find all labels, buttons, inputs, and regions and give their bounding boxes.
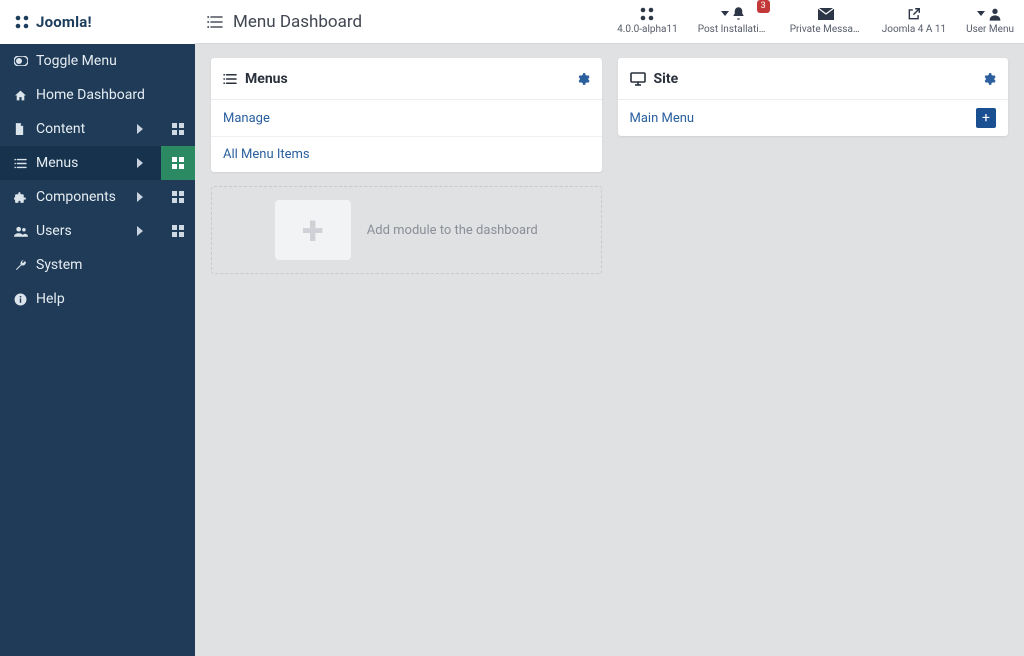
header-item-site-link[interactable]: Joomla 4 A 11 — [872, 0, 956, 35]
sidebar-item-menus[interactable]: Menus — [0, 146, 195, 180]
column-left: Menus Manage All Menu Items + Add module … — [211, 58, 602, 274]
sidebar-item-content[interactable]: Content — [0, 112, 195, 146]
file-icon — [14, 123, 36, 136]
page-title-wrap: Menu Dashboard — [195, 12, 362, 32]
header-item-label: User Menu — [966, 24, 1014, 35]
list-icon — [207, 15, 223, 29]
plus-large-icon: + — [275, 200, 351, 260]
users-icon — [14, 226, 36, 237]
dashboard-grid-icon[interactable] — [161, 180, 195, 214]
badge: 3 — [757, 0, 770, 13]
row-label: All Menu Items — [223, 147, 310, 162]
card-site: Site Main Menu + — [618, 58, 1009, 136]
monitor-icon — [630, 72, 646, 86]
puzzle-icon — [14, 191, 36, 204]
joomla-icon — [639, 4, 655, 24]
sidebar-item-help[interactable]: Help — [0, 282, 195, 316]
mail-icon — [818, 4, 834, 24]
sidebar: Toggle Menu Home Dashboard Content Menus Com… — [0, 44, 195, 656]
main-content: Menus Manage All Menu Items + Add module … — [195, 44, 1024, 656]
dashboard-grid-icon[interactable] — [161, 146, 195, 180]
card-menus: Menus Manage All Menu Items — [211, 58, 602, 172]
chevron-right-icon — [137, 158, 143, 168]
page-title: Menu Dashboard — [233, 12, 362, 32]
card-menus-title: Menus — [245, 71, 288, 87]
header-actions: 4.0.0-alpha11 Post Installation ... 3 Priva… — [607, 0, 1024, 44]
row-label: Manage — [223, 111, 270, 126]
add-module-tile[interactable]: + Add module to the dashboard — [211, 186, 602, 274]
sidebar-item-label: Content — [36, 121, 85, 137]
gear-icon[interactable] — [982, 72, 996, 86]
header-item-label: Private Messages — [790, 24, 862, 35]
menus-row-all-items[interactable]: All Menu Items — [211, 136, 602, 172]
header-item-label: Post Installation ... — [698, 24, 770, 35]
header-item-private-msgs[interactable]: Private Messages — [780, 0, 872, 35]
site-row-main-menu[interactable]: Main Menu + — [618, 100, 1009, 136]
brand-text: Joomla! — [36, 13, 92, 31]
user-icon — [977, 4, 1003, 24]
add-button[interactable]: + — [976, 108, 996, 128]
sidebar-item-home-dash[interactable]: Home Dashboard — [0, 78, 195, 112]
chevron-right-icon — [137, 192, 143, 202]
header-item-version-info[interactable]: 4.0.0-alpha11 — [607, 0, 688, 35]
card-site-header: Site — [618, 58, 1009, 100]
sidebar-item-users[interactable]: Users — [0, 214, 195, 248]
header-item-label: 4.0.0-alpha11 — [617, 24, 678, 35]
joomla-logo-icon — [14, 14, 30, 30]
dashboard-grid-icon[interactable] — [161, 112, 195, 146]
app-shell: Toggle Menu Home Dashboard Content Menus Com… — [0, 44, 1024, 656]
bell-icon — [721, 4, 746, 24]
info-icon — [14, 293, 36, 306]
list-icon — [14, 158, 36, 169]
wrench-icon — [14, 259, 36, 272]
header-item-label: Joomla 4 A 11 — [882, 24, 946, 35]
sidebar-item-label: Users — [36, 223, 72, 239]
sidebar-item-components[interactable]: Components — [0, 180, 195, 214]
sidebar-item-label: System — [36, 257, 82, 273]
add-module-label: Add module to the dashboard — [367, 223, 538, 238]
sidebar-item-label: Home Dashboard — [36, 87, 145, 103]
sidebar-item-label: Menus — [36, 155, 78, 171]
chevron-right-icon — [137, 226, 143, 236]
home-icon — [14, 89, 36, 102]
top-header: Joomla! Menu Dashboard 4.0.0-alpha11 Post… — [0, 0, 1024, 44]
gear-icon[interactable] — [576, 72, 590, 86]
card-site-title: Site — [654, 71, 679, 87]
sidebar-item-label: Toggle Menu — [36, 53, 117, 69]
sidebar-item-toggle-menu[interactable]: Toggle Menu — [0, 44, 195, 78]
ext-icon — [907, 4, 921, 24]
list-icon — [223, 73, 237, 85]
chevron-right-icon — [137, 124, 143, 134]
menus-row-manage[interactable]: Manage — [211, 100, 602, 136]
column-right: Site Main Menu + — [618, 58, 1009, 136]
sidebar-item-label: Components — [36, 189, 116, 205]
dashboard-grid-icon[interactable] — [161, 214, 195, 248]
sidebar-item-label: Help — [36, 291, 65, 307]
sidebar-item-system[interactable]: System — [0, 248, 195, 282]
row-label: Main Menu — [630, 111, 695, 126]
header-item-user-menu[interactable]: User Menu — [956, 0, 1024, 35]
toggle-icon — [14, 56, 36, 66]
brand[interactable]: Joomla! — [0, 0, 195, 44]
card-menus-header: Menus — [211, 58, 602, 100]
header-item-post-install[interactable]: Post Installation ... 3 — [688, 0, 780, 35]
